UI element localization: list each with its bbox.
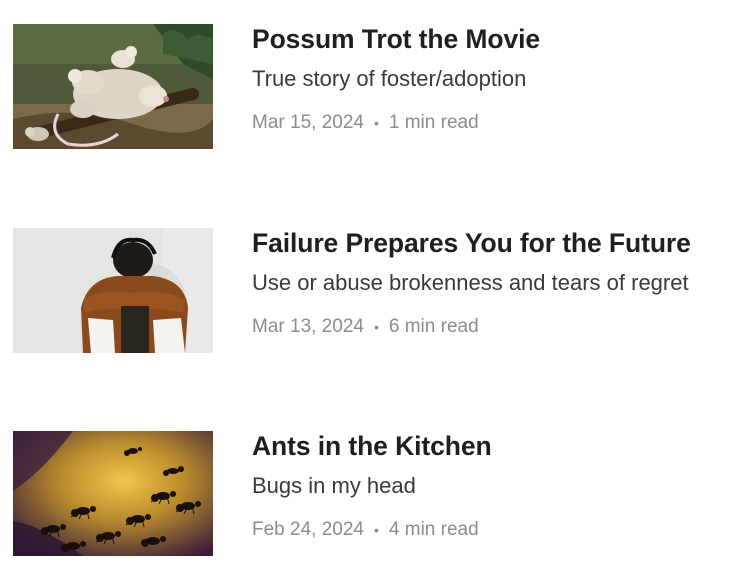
post-title[interactable]: Ants in the Kitchen bbox=[252, 429, 736, 463]
post-thumbnail-ants[interactable] bbox=[13, 431, 213, 556]
post-read-time: 1 min read bbox=[388, 112, 479, 134]
post-meta: Feb 24, 2024 • 4 min read bbox=[252, 517, 736, 543]
post-item[interactable]: Possum Trot the Movie True story of fost… bbox=[0, 22, 740, 152]
post-thumbnail-sad-person[interactable] bbox=[13, 228, 213, 353]
post-date: Mar 13, 2024 bbox=[252, 316, 364, 338]
post-date: Mar 15, 2024 bbox=[252, 112, 364, 134]
meta-separator: • bbox=[373, 522, 379, 538]
post-title[interactable]: Possum Trot the Movie bbox=[252, 22, 736, 56]
post-title[interactable]: Failure Prepares You for the Future bbox=[252, 226, 736, 260]
meta-separator: • bbox=[373, 115, 379, 131]
post-read-time: 6 min read bbox=[388, 316, 479, 338]
post-thumbnail-possums[interactable] bbox=[13, 24, 213, 149]
post-subtitle: True story of foster/adoption bbox=[252, 66, 527, 91]
post-item[interactable]: Ants in the Kitchen Bugs in my head Feb … bbox=[0, 429, 740, 559]
meta-separator: • bbox=[373, 319, 379, 335]
post-meta: Mar 15, 2024 • 1 min read bbox=[252, 110, 736, 136]
post-date: Feb 24, 2024 bbox=[252, 519, 364, 541]
post-meta: Mar 13, 2024 • 6 min read bbox=[252, 314, 736, 340]
post-subtitle: Bugs in my head bbox=[252, 473, 416, 498]
post-read-time: 4 min read bbox=[388, 519, 479, 541]
post-subtitle: Use or abuse brokenness and tears of reg… bbox=[252, 270, 689, 295]
post-item[interactable]: Failure Prepares You for the Future Use … bbox=[0, 226, 740, 356]
